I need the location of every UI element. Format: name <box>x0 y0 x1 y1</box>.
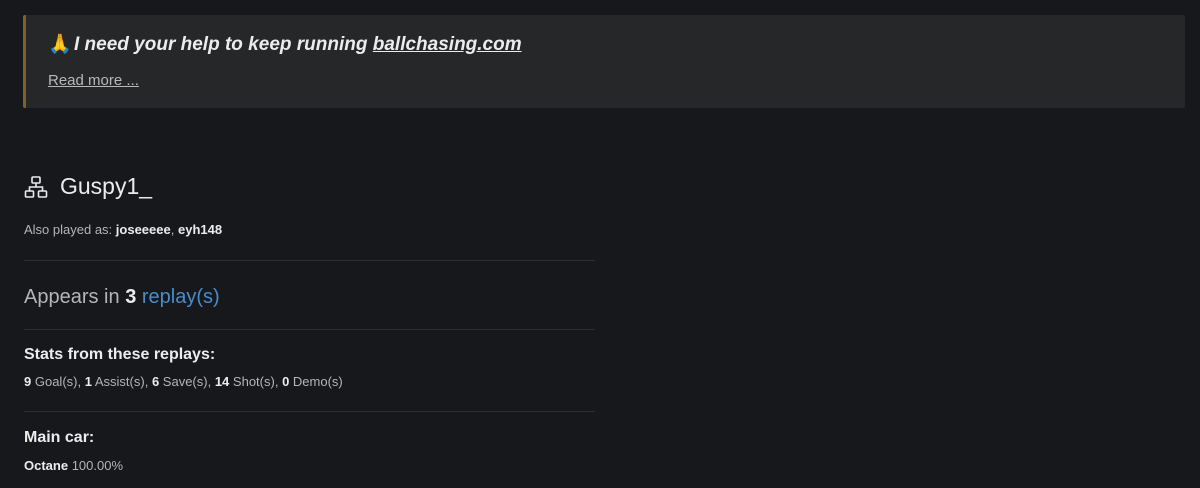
also-played-as: Also played as: joseeeee, eyh148 <box>24 222 222 237</box>
saves-value: 6 <box>151 374 160 389</box>
saves-label: Save(s), <box>162 374 212 389</box>
praying-hands-icon: 🙏 <box>48 34 72 55</box>
alias-1: joseeeee <box>115 222 171 237</box>
banner-title: 🙏 I need your help to keep running ballch… <box>48 32 522 56</box>
shots-label: Shot(s), <box>232 374 279 389</box>
alias-separator: , <box>170 222 175 237</box>
stats-heading: Stats from these replays: <box>24 346 216 363</box>
divider <box>24 411 595 412</box>
shots-value: 14 <box>214 374 230 389</box>
main-car-heading: Main car: <box>24 429 95 446</box>
player-name: Guspy1_ <box>60 173 153 199</box>
support-banner: 🙏 I need your help to keep running ballch… <box>23 15 1185 108</box>
car-name: Octane <box>24 458 69 473</box>
also-played-label: Also played as: <box>24 222 113 237</box>
banner-title-text: I need your help to keep running <box>74 34 373 55</box>
assists-value: 1 <box>84 374 92 389</box>
replay-count: 3 <box>125 286 137 308</box>
divider <box>24 260 595 261</box>
goals-value: 9 <box>24 374 32 389</box>
appears-in: Appears in 3 replay(s) <box>24 286 220 309</box>
ballchasing-link[interactable]: ballchasing.com <box>373 34 522 55</box>
appears-prefix: Appears in <box>24 286 120 308</box>
network-icon <box>24 175 48 198</box>
divider <box>24 329 595 330</box>
page-title: Guspy1_ <box>24 173 152 200</box>
demos-value: 0 <box>282 374 290 389</box>
read-more-link[interactable]: Read more ... <box>48 72 139 89</box>
assists-label: Assist(s), <box>94 374 149 389</box>
alias-2: eyh148 <box>177 222 223 237</box>
demos-label: Demo(s) <box>292 374 343 389</box>
stats-line: 9 Goal(s), 1 Assist(s), 6 Save(s), 14 Sh… <box>24 374 343 389</box>
replays-link[interactable]: replay(s) <box>142 286 220 308</box>
goals-label: Goal(s), <box>34 374 82 389</box>
main-car-line: Octane 100.00% <box>24 458 123 473</box>
car-percent: 100.00% <box>71 458 124 473</box>
